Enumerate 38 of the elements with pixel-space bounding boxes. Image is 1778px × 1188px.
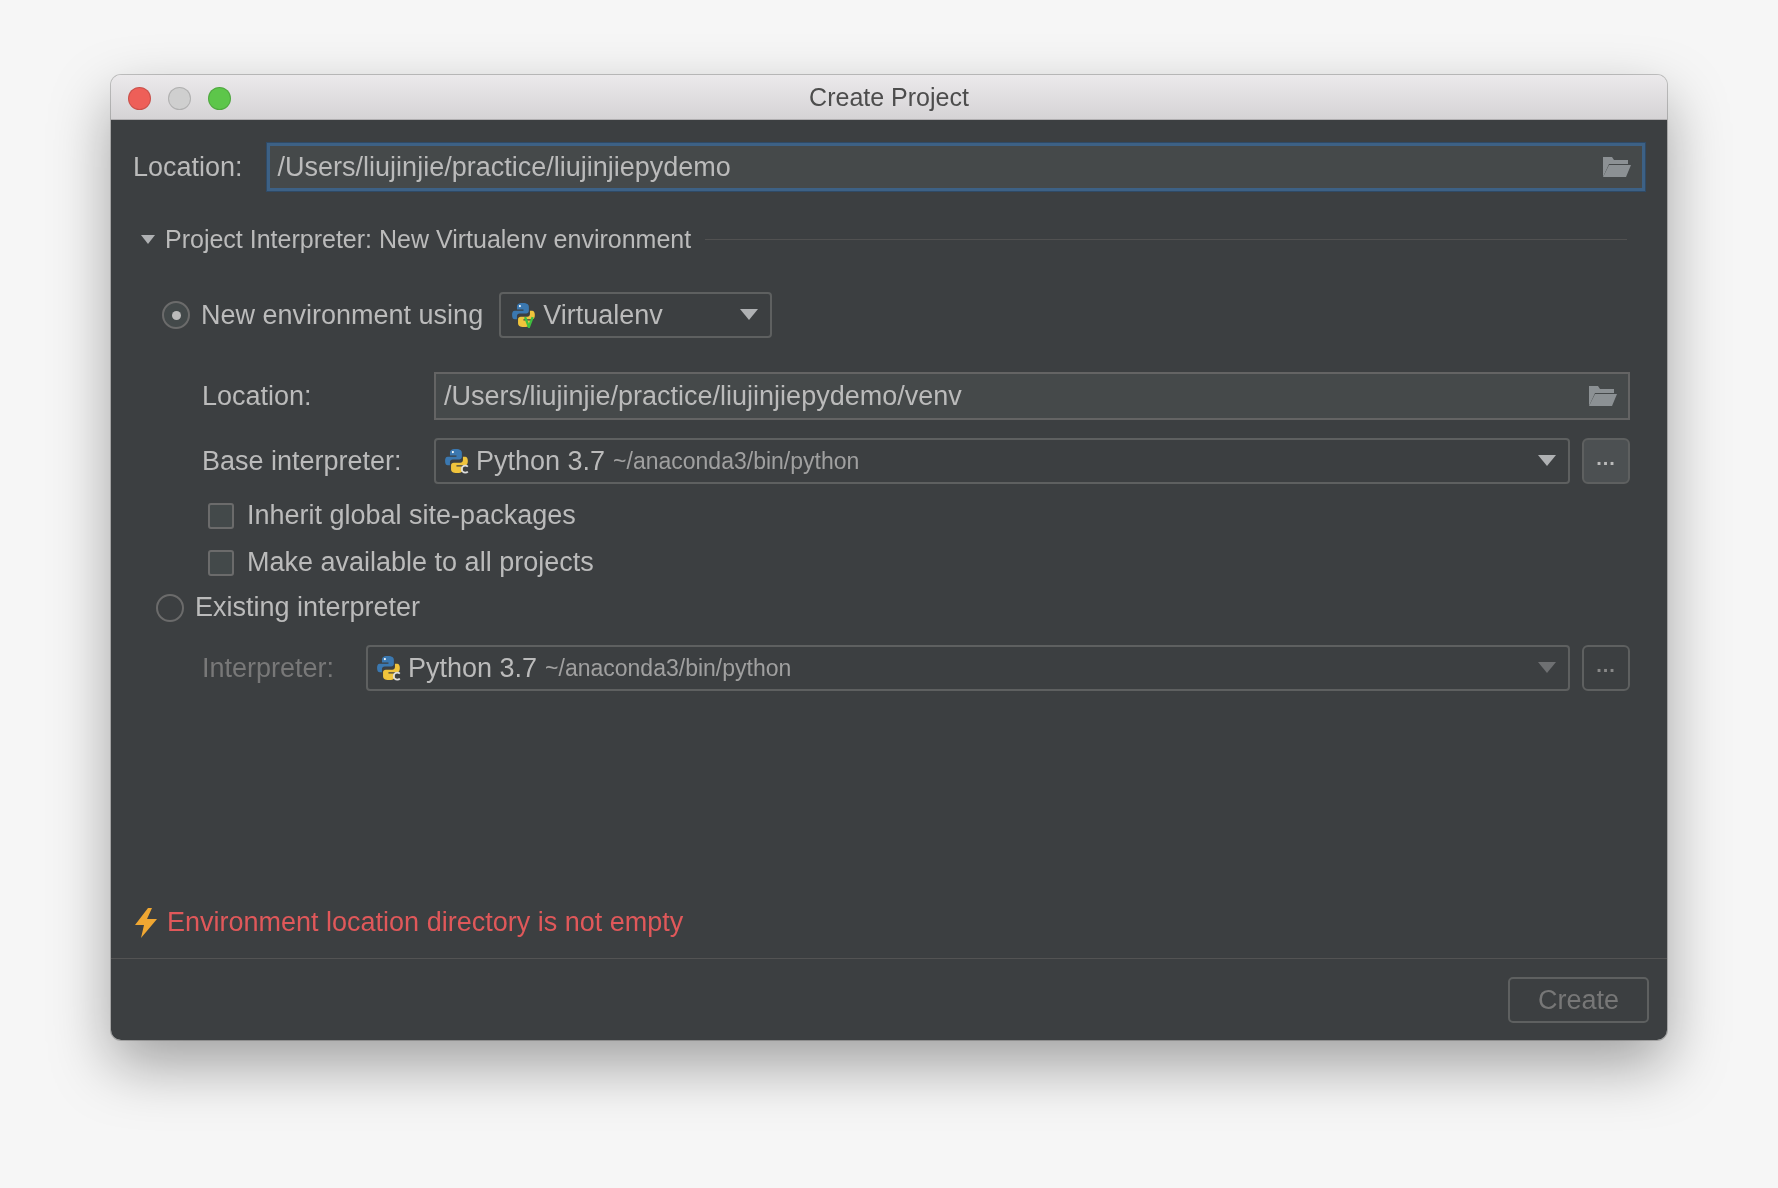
checkbox-label: Inherit global site-packages	[247, 500, 576, 531]
interpreter-path: ~/anaconda3/bin/python	[613, 447, 861, 475]
section-title: Project Interpreter: New Virtualenv environment	[165, 225, 692, 254]
field-label: Base interpreter:	[202, 445, 403, 477]
minimize-button[interactable]	[168, 87, 191, 110]
radio-button[interactable]	[162, 301, 190, 329]
window-title: Create Project	[809, 82, 969, 112]
python-icon	[511, 302, 538, 328]
caret-icon	[1538, 455, 1556, 467]
checkbox[interactable]	[208, 502, 234, 529]
python-icon	[376, 655, 402, 681]
zoom-button[interactable]	[208, 87, 231, 110]
caret-icon	[740, 309, 759, 321]
radio-label: New environment using	[201, 299, 484, 331]
lightning-icon	[133, 907, 159, 938]
dropdown-value: Virtualenv	[543, 299, 664, 331]
close-button[interactable]	[128, 87, 151, 110]
field-label: Location:	[133, 151, 243, 183]
field-label: Location:	[202, 380, 313, 412]
browse-button[interactable]: ...	[1582, 438, 1630, 484]
environment-dropdown[interactable]: Virtualenv	[499, 292, 773, 338]
radio-label: Existing interpreter	[195, 592, 421, 623]
interpreter-dropdown[interactable]: Python 3.7 ~/anaconda3/bin/python	[434, 438, 1570, 484]
folder-icon	[1588, 385, 1618, 407]
interpreter-name: Python 3.7	[408, 652, 538, 684]
checkbox-label: Make available to all projects	[247, 547, 594, 578]
field-label: Interpreter:	[202, 652, 336, 684]
path-field[interactable]: /Users/liujinjie/practice/liujinjiepydemo	[266, 143, 1645, 191]
path-field[interactable]: /Users/liujinjie/practice/liujinjiepydemo/venv	[434, 372, 1630, 420]
interpreter-name: Python 3.7	[476, 445, 606, 477]
error-message: Environment location directory is not empty	[167, 907, 684, 938]
folder-icon	[1602, 156, 1632, 178]
checkbox[interactable]	[208, 549, 234, 576]
caret-icon	[1538, 662, 1556, 674]
expand-triangle-icon[interactable]	[141, 234, 155, 245]
radio-button[interactable]	[156, 593, 184, 622]
interpreter-path: ~/anaconda3/bin/python	[545, 654, 793, 682]
python-icon	[444, 448, 470, 474]
